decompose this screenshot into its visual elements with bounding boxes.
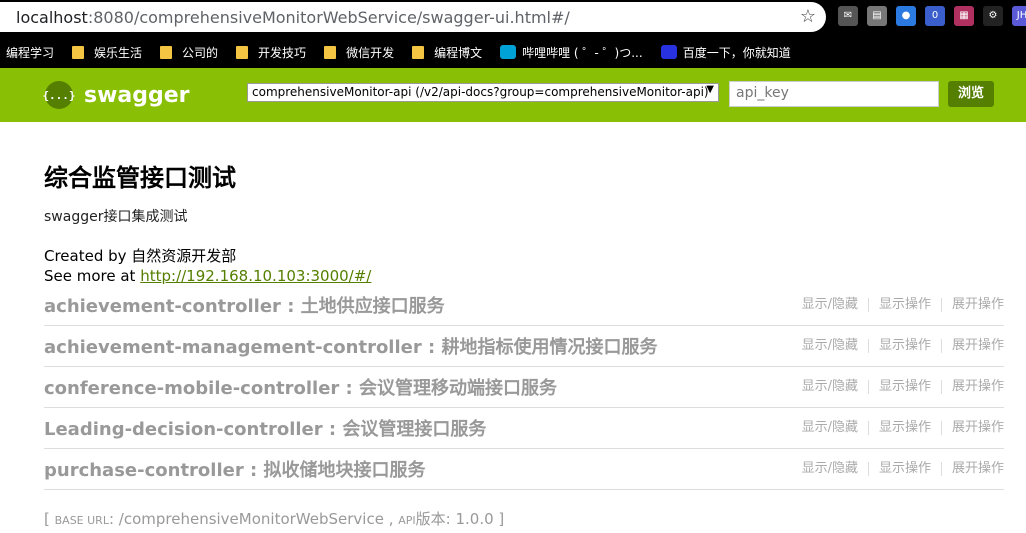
mail-icon[interactable]: ✉ [838,6,858,26]
url-text[interactable]: localhost:8080/comprehensiveMonitorWebSe… [0,8,570,27]
bookmark-item[interactable]: 娱乐生活 [72,44,142,61]
resource-operations: 显示/隐藏 显示操作 展开操作 [792,421,1004,435]
show-hide-link[interactable]: 显示/隐藏 [792,339,869,353]
folder-icon [324,45,337,59]
bookmark-item[interactable]: 百度一下，你就知道 [660,44,791,61]
bookmark-label: 微信开发 [346,45,395,60]
resource-row: Leading-decision-controller : 会议管理接口服务 显示… [44,408,1004,449]
api-info: 综合监管接口测试 swagger接口集成测试 Created by 自然资源开发… [44,158,371,285]
bookmark-label: 开发技巧 [258,45,307,60]
swagger-logo-text: swagger [84,82,190,108]
extension-icons: ✉ ▤ ● 0 ▦ ⚙ JH [838,6,1026,26]
bookmark-item[interactable]: 微信开发 [324,44,394,61]
bookmark-label: 公司的 [182,45,219,60]
list-operations-link[interactable]: 显示操作 [869,298,942,312]
baidu-icon [660,45,677,59]
globe-icon[interactable]: ● [896,6,916,26]
api-title: 综合监管接口测试 [44,164,236,192]
bookmark-star-icon[interactable]: ☆ [800,6,816,27]
resource-row: conference-mobile-controller : 会议管理移动端接口… [44,367,1004,408]
resource-operations: 显示/隐藏 显示操作 展开操作 [792,298,1004,312]
resource-operations: 显示/隐藏 显示操作 展开操作 [792,339,1004,353]
expand-operations-link[interactable]: 展开操作 [942,380,1004,394]
bookmark-label: 百度一下，你就知道 [682,45,791,60]
see-more: See more at http://192.168.10.103:3000/#… [44,267,372,285]
swagger-logo-icon: {...} [42,81,76,109]
resource-list: achievement-controller : 土地供应接口服务 显示/隐藏 显示… [44,285,1004,490]
badge-icon[interactable]: 0 [925,6,945,26]
bookmark-label: 编程博文 [434,45,483,60]
list-operations-link[interactable]: 显示操作 [869,380,942,394]
swagger-header: {...} swagger comprehensiveMonitor-api (… [0,68,1026,122]
expand-operations-link[interactable]: 展开操作 [942,421,1004,435]
puzzle-icon[interactable]: ▦ [954,6,974,26]
folder-icon [72,45,85,59]
see-more-link[interactable]: http://192.168.10.103:3000/#/ [140,267,371,285]
bookmark-item[interactable]: 编程博文 [412,44,482,61]
base-url-label: BASE URL [54,514,109,527]
resource-name-link[interactable]: purchase-controller : 拟收储地块接口服务 [44,456,425,482]
expand-operations-link[interactable]: 展开操作 [942,462,1004,476]
api-footer: [ BASE URL: /comprehensiveMonitorWebServ… [44,510,505,528]
list-operations-link[interactable]: 显示操作 [869,421,942,435]
bookmark-label: 编程学习 [6,45,55,60]
bilibili-icon [500,45,517,59]
explore-button[interactable]: 浏览 [948,81,994,107]
bookmark-label: 哔哩哔哩 ( ゜- ゜)つ... [522,45,643,60]
resource-name-link[interactable]: Leading-decision-controller : 会议管理接口服务 [44,415,486,441]
api-key-input[interactable]: api_key [729,81,939,107]
list-operations-link[interactable]: 显示操作 [869,462,942,476]
bookmark-item[interactable]: 开发技巧 [236,44,306,61]
notes-icon[interactable]: ▤ [867,6,887,26]
api-description: swagger接口集成测试 [44,209,188,225]
show-hide-link[interactable]: 显示/隐藏 [792,380,869,394]
url-omnibox[interactable]: localhost:8080/comprehensiveMonitorWebSe… [0,2,826,32]
expand-operations-link[interactable]: 展开操作 [942,298,1004,312]
resource-row: purchase-controller : 拟收储地块接口服务 显示/隐藏 显示操作… [44,449,1004,490]
resource-operations: 显示/隐藏 显示操作 展开操作 [792,462,1004,476]
resource-name-link[interactable]: achievement-management-controller : 耕地指标… [44,333,657,359]
bookmark-item[interactable]: 哔哩哔哩 ( ゜- ゜)つ... [500,44,643,61]
show-hide-link[interactable]: 显示/隐藏 [792,462,869,476]
dropdown-arrow-icon: ▼ [706,84,714,95]
browser-address-bar: localhost:8080/comprehensiveMonitorWebSe… [0,0,1026,36]
folder-icon [412,45,425,59]
expand-operations-link[interactable]: 展开操作 [942,339,1004,353]
bookmark-label: 娱乐生活 [94,45,143,60]
gear-icon[interactable]: ⚙ [983,6,1003,26]
folder-icon [236,45,249,59]
list-operations-link[interactable]: 显示操作 [869,339,942,353]
created-by: Created by 自然资源开发部 [44,247,237,265]
api-group-select[interactable]: comprehensiveMonitor-api (/v2/api-docs?g… [247,83,719,102]
resource-row: achievement-management-controller : 耕地指标… [44,326,1004,367]
api-version-label: API [398,514,416,527]
resource-row: achievement-controller : 土地供应接口服务 显示/隐藏 显示… [44,285,1004,326]
show-hide-link[interactable]: 显示/隐藏 [792,298,869,312]
show-hide-link[interactable]: 显示/隐藏 [792,421,869,435]
api-version-value: 版本: 1.0.0 ] [415,510,505,528]
base-url-value: : /comprehensiveMonitorWebService , [108,510,399,528]
folder-icon [160,45,173,59]
bookmark-item[interactable]: 公司的 [160,44,218,61]
bookmark-item[interactable]: 编程学习 [6,44,54,61]
swagger-logo[interactable]: {...} swagger [42,81,190,109]
resource-name-link[interactable]: conference-mobile-controller : 会议管理移动端接口… [44,374,557,400]
user-icon[interactable]: JH [1012,6,1026,26]
bookmarks-bar: 编程学习 娱乐生活 公司的 开发技巧 微信开发 编程博文 哔哩哔哩 ( ゜- ゜)つ... 百… [0,36,1026,68]
resource-name-link[interactable]: achievement-controller : 土地供应接口服务 [44,292,445,318]
resource-operations: 显示/隐藏 显示操作 展开操作 [792,380,1004,394]
